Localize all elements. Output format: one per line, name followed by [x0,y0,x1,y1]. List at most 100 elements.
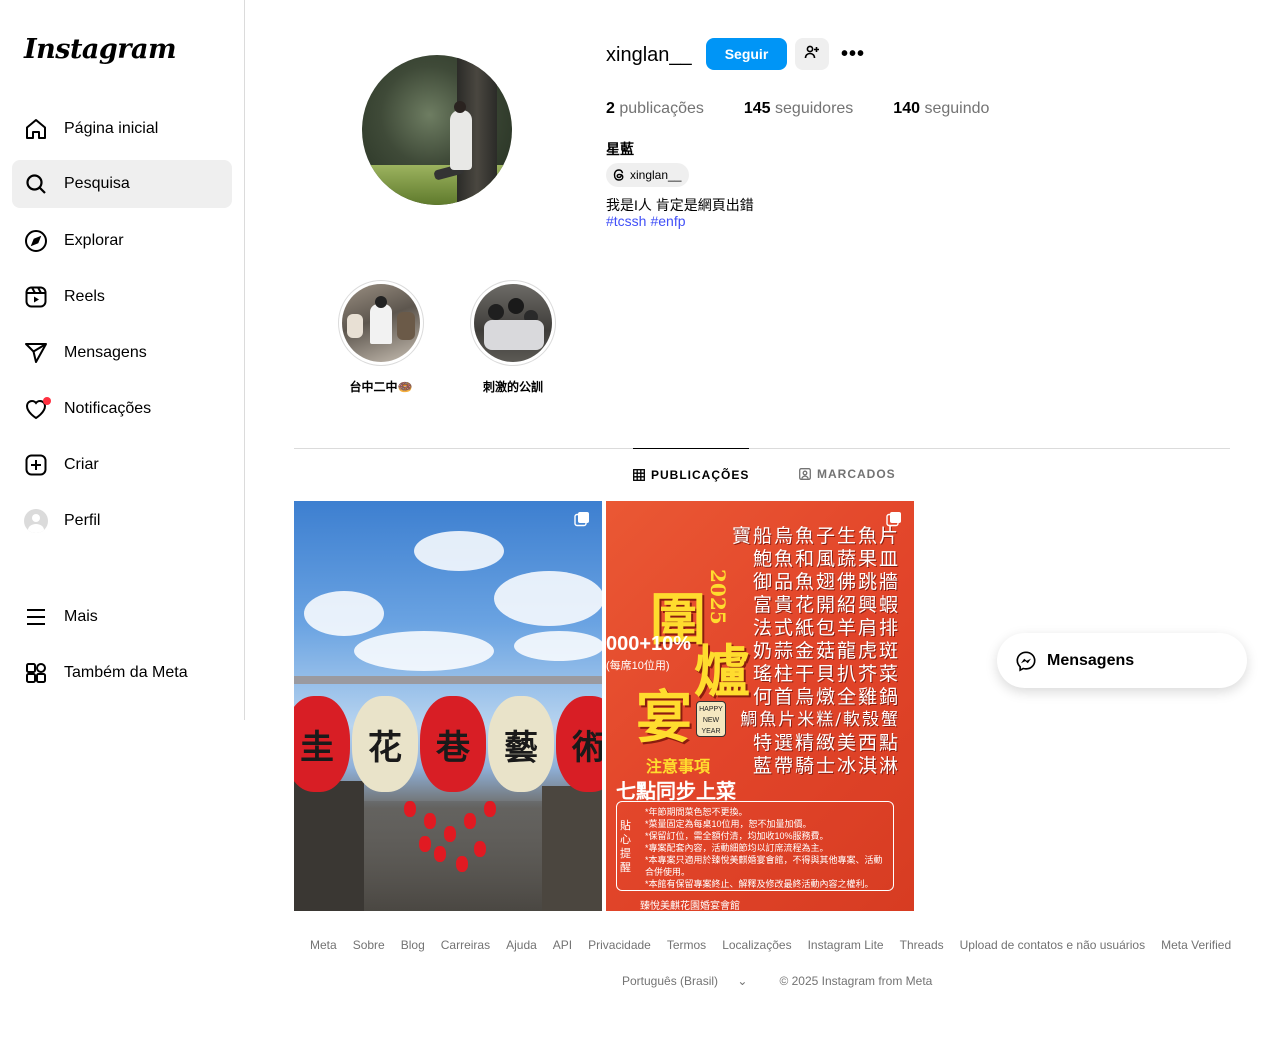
copyright: © 2025 Instagram from Meta [779,974,933,988]
tagged-icon [799,468,811,480]
footer-link[interactable]: Sobre [353,938,385,952]
lantern: 花 [352,696,418,792]
footer-link[interactable]: Upload de contatos e não usuários [960,938,1145,952]
profile-picture[interactable] [362,55,512,205]
sidebar-item-label: Mais [64,608,98,625]
lantern: 術 [556,696,602,792]
footer-link[interactable]: Carreiras [441,938,490,952]
sidebar-item-label: Página inicial [64,120,159,137]
footer-link[interactable]: Privacidade [588,938,651,952]
highlight-label: 刺激的公訓 [482,380,543,394]
more-options-button[interactable]: ••• [840,38,866,70]
post-price-note: (每席10位用) [606,660,670,672]
notice-title: 注意事項 [646,757,711,776]
tab-label: MARCADOS [817,467,896,481]
profile-full-name: 星藍 [606,141,634,157]
footer-link[interactable]: Meta Verified [1161,938,1231,952]
sidebar-item-also-from-meta[interactable]: Também da Meta [12,649,232,697]
add-user-icon [804,44,820,65]
messages-floating-button[interactable]: Mensagens [997,633,1247,688]
highlight-cover [342,284,420,362]
title-char: 宴 [636,685,692,751]
carousel-icon [574,511,590,527]
sidebar-item-label: Perfil [64,512,101,529]
followers-stat[interactable]: 145 seguidores [744,100,853,118]
footer-bottom: Português (Brasil) ⌄ © 2025 Instagram fr… [622,974,948,988]
post-thumbnail[interactable]: 2025 圍 爐 宴 000+10% (每席10位用) HAPPY NEW YE… [606,501,914,911]
venue-name: 臻悅美麒花園婚宴會館 [640,901,740,911]
title-char: 爐 [694,639,750,705]
meta-apps-icon [24,661,48,685]
footer-link[interactable]: Meta [310,938,337,952]
sidebar-item-messages[interactable]: Mensagens [12,329,232,377]
reels-icon [24,285,48,309]
footer-link[interactable]: Blog [401,938,425,952]
heart-icon [24,397,51,421]
footer-link[interactable]: Termos [667,938,706,952]
instagram-logo[interactable]: Instagram [24,34,177,65]
threads-handle: xinglan__ [630,168,682,182]
footer-link[interactable]: API [553,938,572,952]
notice-box: *年節期間菜色恕不更換。 *菜量固定為每桌10位用，恕不加量加價。 *保留訂位，… [616,801,894,891]
home-icon [24,117,48,141]
hashtag-link[interactable]: #tcssh [606,213,646,229]
sidebar-item-search[interactable]: Pesquisa [12,160,232,208]
following-stat[interactable]: 140 seguindo [893,100,989,118]
sidebar-item-reels[interactable]: Reels [12,273,232,321]
lantern: 巷 [420,696,486,792]
happy-new-year-badge: HAPPY NEW YEAR [696,701,726,737]
sidebar-item-label: Mensagens [64,344,147,361]
tab-tagged[interactable]: MARCADOS [799,448,896,500]
messenger-icon [1015,650,1037,672]
messages-floating-label: Mensagens [1047,651,1135,669]
sidebar-item-notifications[interactable]: Notificações [12,385,232,433]
sidebar-item-create[interactable]: Criar [12,441,232,489]
footer-links: Meta Sobre Blog Carreiras Ajuda API Priv… [310,938,1247,952]
notice-side-label: 貼心提醒 [620,820,631,874]
highlight-item[interactable]: 刺激的公訓 [470,280,556,395]
avatar [24,509,48,533]
compass-icon [24,229,48,253]
threads-link[interactable]: xinglan__ [606,163,690,187]
language-selector[interactable]: Português (Brasil) ⌄ [622,974,763,988]
profile-bio: 我是I人 肯定是網頁出錯 [606,197,754,213]
plus-square-icon [24,453,48,477]
highlight-item[interactable]: 台中二中🍩 [338,280,424,395]
sidebar-item-label: Criar [64,456,99,473]
post-thumbnail[interactable]: 圭 花 巷 藝 術 [294,501,602,911]
chevron-down-icon: ⌄ [737,974,748,988]
footer-link[interactable]: Localizações [722,938,791,952]
footer-link[interactable]: Threads [900,938,944,952]
post-price: 000+10% [606,633,692,655]
sidebar-item-label: Pesquisa [64,175,130,192]
sidebar: Instagram Página inicial Pesquisa Explor… [0,0,245,720]
highlight-cover-ring [338,280,424,366]
more-dots-icon: ••• [840,42,865,65]
notice-subtitle: 七點同步上菜 [616,779,736,803]
highlight-cover [474,284,552,362]
carousel-icon [886,511,902,527]
highlight-cover-ring [470,280,556,366]
menu-icon [24,605,48,629]
tab-label: PUBLICAÇÕES [651,467,750,482]
footer-link[interactable]: Ajuda [506,938,537,952]
posts-stat: 2 publicações [606,100,704,117]
sidebar-item-explore[interactable]: Explorar [12,217,232,265]
suggest-users-button[interactable] [795,38,829,70]
threads-icon [612,168,626,182]
sidebar-item-profile[interactable]: Perfil [12,497,232,545]
post-year: 2025 [706,569,730,625]
search-icon [24,172,48,196]
menu-line: 藍帶騎士冰淇淋 [752,755,900,777]
tab-posts[interactable]: PUBLICAÇÕES [633,448,750,500]
grid-icon [633,468,645,481]
hashtag-link[interactable]: #enfp [650,213,685,229]
footer-link[interactable]: Instagram Lite [808,938,884,952]
sidebar-item-label: Também da Meta [64,664,188,681]
tabs-divider [294,448,1230,449]
sidebar-item-home[interactable]: Página inicial [12,105,232,153]
notification-dot [43,397,51,405]
follow-button[interactable]: Seguir [706,38,787,70]
send-icon [24,341,48,365]
sidebar-item-more[interactable]: Mais [12,593,232,641]
